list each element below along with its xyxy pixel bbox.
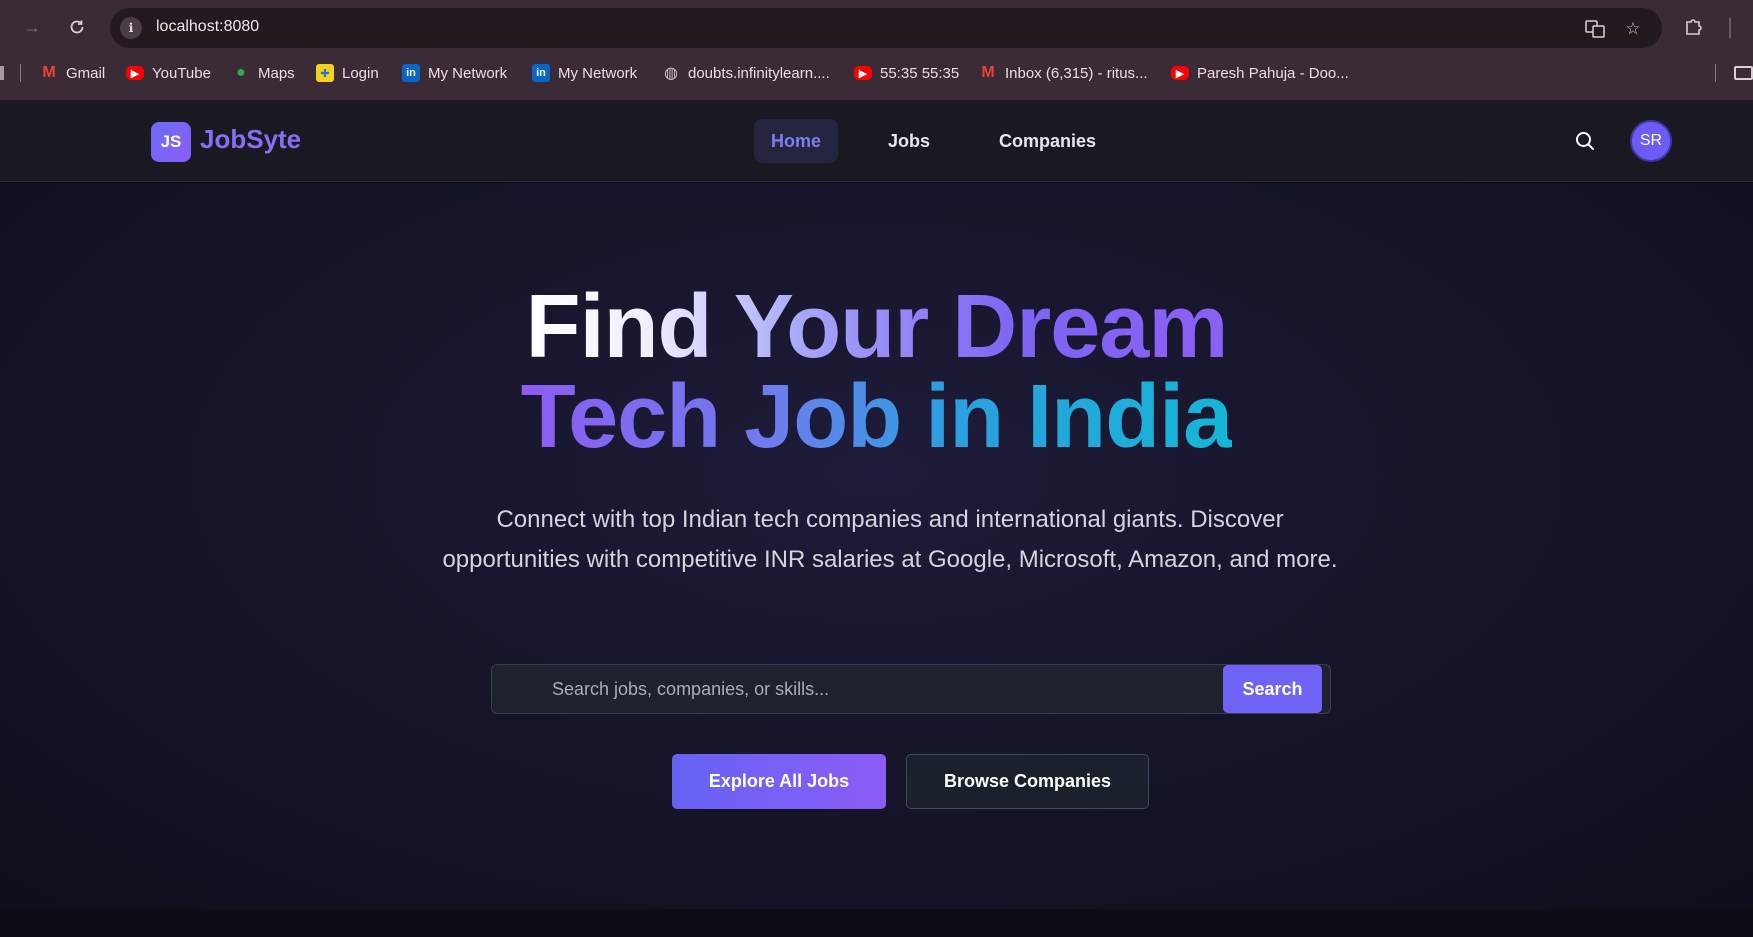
hero-headline-line1: Find Your Dream: [0, 282, 1753, 372]
hero-headline-line2: Tech Job in India: [0, 372, 1753, 462]
explore-all-jobs-button[interactable]: Explore All Jobs: [672, 754, 886, 809]
youtube-icon: ▶: [854, 66, 872, 80]
youtube-icon: ▶: [126, 66, 144, 80]
bookmark-youtube[interactable]: ▶ YouTube: [126, 62, 211, 84]
address-bar[interactable]: i localhost:8080 ☆: [110, 8, 1662, 48]
bookmarks-bar: M Gmail ▶ YouTube ● Maps ✚ Login in My Networ…: [0, 56, 1753, 90]
bookmark-label: Gmail: [66, 64, 106, 82]
nav-jobs[interactable]: Jobs: [871, 119, 947, 163]
gmail-icon: M: [981, 64, 995, 81]
bookmark-label: Inbox (6,315) - ritus...: [1005, 64, 1148, 82]
bookmarks-divider: [20, 64, 21, 82]
bookmark-my-network-1[interactable]: in My Network: [402, 62, 507, 84]
bookmark-paresh[interactable]: ▶ Paresh Pahuja - Doo...: [1171, 62, 1349, 84]
globe-icon: ◍: [664, 65, 678, 82]
maps-icon: ●: [236, 64, 246, 81]
bookmarks-divider-right: [1715, 64, 1716, 82]
nav-home[interactable]: Home: [754, 119, 839, 163]
linkedin-icon: in: [402, 64, 420, 82]
site-header: JS JobSyte Home Jobs Companies SR: [0, 100, 1753, 182]
browser-chrome: → i localhost:8080 ☆ M Gmail ▶ YouTube ● Ma…: [0, 0, 1753, 100]
reload-icon[interactable]: [64, 14, 90, 40]
bookmark-label: My Network: [558, 64, 638, 82]
bookmark-label: Paresh Pahuja - Doo...: [1197, 64, 1349, 82]
youtube-icon: ▶: [1171, 66, 1189, 80]
hero-searchbar: Search: [491, 664, 1331, 714]
browse-companies-button[interactable]: Browse Companies: [906, 754, 1149, 809]
hero-subtitle: Connect with top Indian tech companies a…: [442, 506, 1338, 573]
gmail-icon: M: [42, 64, 56, 81]
nav-companies[interactable]: Companies: [982, 119, 1113, 163]
bookmark-inbox[interactable]: M Inbox (6,315) - ritus...: [979, 62, 1148, 84]
folder-icon[interactable]: [1734, 66, 1753, 80]
login-icon: ✚: [316, 64, 334, 82]
logo-badge[interactable]: JS: [151, 122, 191, 162]
bookmark-label: YouTube: [152, 64, 211, 82]
bookmark-label: My Network: [428, 64, 508, 82]
browser-toolbar: → i localhost:8080 ☆: [0, 0, 1753, 56]
site-info-icon[interactable]: i: [120, 17, 142, 39]
search-input[interactable]: [492, 665, 1222, 713]
extensions-icon[interactable]: [1683, 16, 1707, 40]
bookmark-gmail[interactable]: M Gmail: [40, 62, 105, 84]
avatar[interactable]: SR: [1630, 120, 1672, 162]
bookmark-label: Maps: [258, 64, 295, 82]
search-button[interactable]: Search: [1223, 665, 1322, 713]
address-url[interactable]: localhost:8080: [156, 18, 259, 36]
bookmark-maps[interactable]: ● Maps: [232, 62, 295, 84]
forward-arrow-icon[interactable]: →: [19, 14, 45, 40]
bookmark-youtube-timer[interactable]: ▶ 55:35 55:35: [854, 62, 959, 84]
bookmark-login[interactable]: ✚ Login: [316, 62, 379, 84]
toolbar-divider: [1729, 18, 1731, 38]
bookmark-label: doubts.infinitylearn....: [688, 64, 830, 82]
bookmarks-edge: [0, 66, 4, 80]
headline-text: Tech Job in India: [520, 367, 1233, 467]
next-section-edge: [0, 909, 1753, 937]
linkedin-icon: in: [532, 64, 550, 82]
translate-icon[interactable]: [1584, 18, 1606, 40]
bookmark-label: Login: [342, 64, 379, 82]
headline-text: Find Your Dream: [525, 277, 1229, 377]
search-icon[interactable]: [1574, 130, 1596, 152]
bookmark-star-icon[interactable]: ☆: [1622, 18, 1644, 40]
bookmark-doubts[interactable]: ◍ doubts.infinitylearn....: [662, 62, 830, 84]
bookmark-my-network-2[interactable]: in My Network: [532, 62, 637, 84]
bookmark-label: 55:35 55:35: [880, 64, 960, 82]
logo-name[interactable]: JobSyte: [200, 124, 301, 155]
